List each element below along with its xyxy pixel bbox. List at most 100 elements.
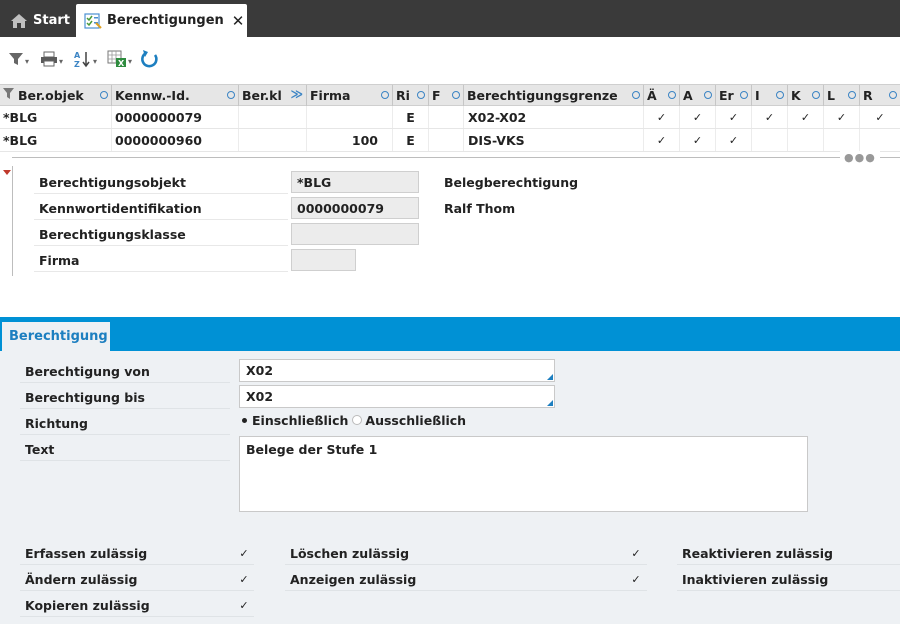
tab-berechtigungen-label: Berechtigungen bbox=[107, 13, 224, 28]
label-berechtigungsklasse: Berechtigungsklasse bbox=[39, 226, 186, 242]
tab-berechtigung[interactable]: Berechtigung bbox=[2, 322, 110, 351]
table-row[interactable]: *BLG 0000000079 E X02-X02 ✓ ✓ ✓ ✓ ✓ ✓ ✓ bbox=[0, 106, 900, 129]
filter-icon bbox=[8, 51, 24, 71]
divider bbox=[20, 616, 254, 617]
cell-check bbox=[824, 129, 860, 151]
chevron-down-icon: ▾ bbox=[59, 56, 64, 66]
filter-button[interactable]: ▾ bbox=[8, 50, 29, 72]
cell-firma: 100 bbox=[307, 129, 393, 151]
column-er[interactable]: Er bbox=[716, 85, 752, 106]
sort-indicator-icon bbox=[417, 91, 425, 99]
check-icon: ✓ bbox=[764, 110, 775, 124]
column-berechtigungsgrenze[interactable]: Berechtigungsgrenze bbox=[464, 85, 644, 106]
print-button[interactable]: ▾ bbox=[40, 50, 63, 72]
berechtigung-bis-input[interactable]: X02 bbox=[239, 385, 555, 408]
radio-selected-icon bbox=[239, 415, 249, 425]
excel-export-button[interactable]: X ▾ bbox=[107, 50, 132, 72]
check-icon: ✓ bbox=[728, 133, 739, 147]
column-ber-kl[interactable]: Ber.kl ≫ bbox=[239, 85, 307, 106]
divider bbox=[34, 271, 288, 272]
column-label: A bbox=[683, 88, 693, 103]
label-richtung: Richtung bbox=[25, 415, 88, 431]
column-kennw-id[interactable]: Kennw.-Id. bbox=[112, 85, 239, 106]
field-firma bbox=[291, 249, 356, 271]
checkbox-reaktivieren[interactable] bbox=[884, 546, 898, 560]
check-icon: ✓ bbox=[656, 110, 667, 124]
close-icon[interactable]: ✕ bbox=[232, 12, 245, 30]
checkbox-anzeigen[interactable]: ✓ bbox=[629, 572, 643, 586]
print-icon bbox=[40, 51, 58, 71]
more-icon[interactable]: ●●● bbox=[840, 151, 880, 164]
svg-text:X: X bbox=[118, 59, 125, 68]
check-icon: ✓ bbox=[692, 110, 703, 124]
chevron-down-icon: ▾ bbox=[93, 56, 98, 66]
label-firma: Firma bbox=[39, 252, 80, 268]
column-label: Berechtigungsgrenze bbox=[467, 88, 618, 103]
refresh-button[interactable] bbox=[140, 50, 160, 72]
radio-einschliesslich[interactable]: Einschließlich bbox=[239, 413, 348, 428]
sort-indicator-icon bbox=[632, 91, 640, 99]
column-label: Ri bbox=[396, 88, 410, 103]
sort-indicator-icon bbox=[889, 91, 897, 99]
column-f[interactable]: F bbox=[429, 85, 464, 106]
table-row[interactable]: *BLG 0000000960 100 E DIS-VKS ✓ ✓ ✓ bbox=[0, 129, 900, 152]
divider bbox=[34, 219, 288, 220]
text-textarea[interactable]: Belege der Stufe 1 bbox=[239, 436, 808, 512]
cell-grenze: DIS-VKS bbox=[464, 129, 644, 151]
cell-check: ✓ bbox=[824, 106, 860, 128]
sort-button[interactable]: A Z ▾ bbox=[74, 50, 97, 72]
column-l[interactable]: L bbox=[824, 85, 860, 106]
collapse-arrow-icon[interactable] bbox=[3, 170, 11, 175]
column-label: Ber.kl bbox=[242, 88, 282, 103]
column-ri[interactable]: Ri bbox=[393, 85, 429, 106]
berechtigung-von-input[interactable]: X02 bbox=[239, 359, 555, 382]
column-a[interactable]: A bbox=[680, 85, 716, 106]
radio-unselected-icon bbox=[352, 415, 363, 425]
field-berechtigungsobjekt: *BLG bbox=[291, 171, 419, 193]
tab-berechtigungen[interactable]: Berechtigungen ✕ bbox=[76, 4, 247, 37]
desc-kennwortidentifikation: Ralf Thom bbox=[444, 200, 516, 216]
checkbox-loeschen[interactable]: ✓ bbox=[629, 546, 643, 560]
column-label: L bbox=[827, 88, 835, 103]
divider bbox=[20, 434, 230, 435]
check-icon: ✓ bbox=[875, 110, 885, 124]
radio-label: Ausschließlich bbox=[365, 412, 467, 428]
divider bbox=[20, 564, 254, 565]
divider bbox=[20, 460, 230, 461]
cell-berkl bbox=[239, 106, 307, 128]
column-ae[interactable]: Ä bbox=[644, 85, 680, 106]
tab-start-label: Start bbox=[33, 13, 70, 28]
refresh-icon bbox=[140, 49, 160, 73]
sort-indicator-icon bbox=[704, 91, 712, 99]
cell-check: ✓ bbox=[860, 106, 900, 128]
tab-start[interactable]: Start bbox=[0, 4, 74, 37]
sort-desc-icon: ≫ bbox=[290, 87, 303, 101]
checkbox-inaktivieren[interactable] bbox=[884, 572, 898, 586]
checkbox-erfassen[interactable]: ✓ bbox=[237, 546, 251, 560]
column-k[interactable]: K bbox=[788, 85, 824, 106]
cell-check: ✓ bbox=[680, 129, 716, 151]
column-label: Ber.objek bbox=[18, 88, 84, 103]
splitter[interactable] bbox=[12, 157, 900, 158]
checkbox-kopieren[interactable]: ✓ bbox=[237, 598, 251, 612]
cell-check: ✓ bbox=[716, 106, 752, 128]
filter-icon bbox=[3, 87, 14, 103]
radio-ausschliesslich[interactable]: Ausschließlich bbox=[352, 413, 466, 428]
cell-check: ✓ bbox=[680, 106, 716, 128]
column-firma[interactable]: Firma bbox=[307, 85, 393, 106]
sort-indicator-icon bbox=[740, 91, 748, 99]
column-i[interactable]: I bbox=[752, 85, 788, 106]
label-loeschen: Löschen zulässig bbox=[290, 545, 410, 561]
column-r[interactable]: R bbox=[860, 85, 900, 106]
checkbox-aendern[interactable]: ✓ bbox=[237, 572, 251, 586]
tab-bar: Start Berechtigungen ✕ bbox=[0, 0, 900, 37]
sort-indicator-icon bbox=[812, 91, 820, 99]
check-icon: ✓ bbox=[836, 110, 847, 124]
permissions-grid: Ber.objek Kennw.-Id. Ber.kl ≫ Firma Ri F… bbox=[0, 84, 900, 152]
label-berechtigungsobjekt: Berechtigungsobjekt bbox=[39, 174, 186, 190]
cell-f bbox=[429, 129, 464, 151]
cell-check bbox=[860, 129, 900, 151]
check-icon: ✓ bbox=[692, 133, 703, 147]
label-aendern: Ändern zulässig bbox=[25, 571, 138, 587]
column-ber-objekt[interactable]: Ber.objek bbox=[0, 85, 112, 106]
